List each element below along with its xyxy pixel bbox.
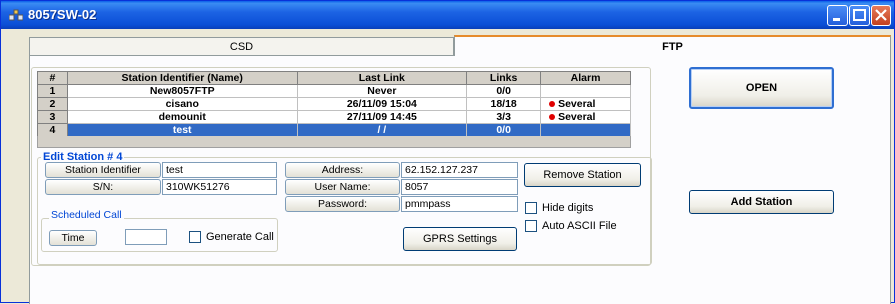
time-field[interactable] [125, 229, 167, 245]
maximize-button[interactable] [849, 5, 870, 26]
last-link: 27/11/09 14:45 [296, 110, 468, 124]
last-link: 26/11/09 15:04 [296, 97, 468, 111]
window-title: 8057SW-02 [28, 7, 97, 22]
alarm-dot-icon [549, 101, 556, 107]
address-label-button[interactable]: Address: [285, 162, 400, 178]
add-station-button[interactable]: Add Station [689, 190, 834, 214]
sn-field[interactable]: 310WK51276 [162, 179, 277, 195]
tab-ftp[interactable]: FTP [454, 35, 891, 56]
alarm-cell [540, 84, 631, 98]
password-label-button[interactable]: Password: [285, 196, 400, 212]
station-name: test [66, 123, 298, 137]
close-icon [875, 9, 887, 21]
col-last-link[interactable]: Last Link [296, 71, 468, 85]
links-count: 0/0 [466, 123, 542, 137]
time-label-button[interactable]: Time [49, 230, 97, 246]
station-name: demounit [66, 110, 298, 124]
alarm-text: Several [558, 98, 596, 110]
station-id-label-button[interactable]: Station Identifier (Name): [45, 162, 161, 190]
alarm-cell [540, 123, 631, 137]
row-index: 3 [37, 110, 68, 124]
username-field[interactable]: 8057 [401, 179, 518, 195]
open-button[interactable]: OPEN [689, 67, 834, 109]
generate-call-label: Generate Call [206, 231, 274, 243]
row-index: 2 [37, 97, 68, 111]
col-station-identifier[interactable]: Station Identifier (Name) [66, 71, 298, 85]
main-window: 8057SW-02 CSD FTP # Station Identifier (… [0, 0, 895, 304]
password-field[interactable]: pmmpass [401, 196, 518, 212]
network-icon [9, 9, 23, 21]
row-index: 1 [37, 84, 68, 98]
table-row[interactable]: 2 cisano 26/11/09 15:04 18/18 Several [37, 97, 631, 111]
table-header-row: # Station Identifier (Name) Last Link Li… [37, 71, 631, 85]
col-links[interactable]: Links [466, 71, 542, 85]
table-row-selected[interactable]: 4 test / / 0/0 [37, 123, 631, 137]
links-count: 18/18 [466, 97, 542, 111]
row-index: 4 [37, 123, 68, 137]
col-alarm[interactable]: Alarm [540, 71, 631, 85]
address-field[interactable]: 62.152.127.237 [401, 162, 518, 178]
station-name: New8057FTP [66, 84, 298, 98]
links-count: 0/0 [466, 84, 542, 98]
auto-ascii-checkbox[interactable] [525, 220, 537, 232]
alarm-dot-icon [549, 114, 556, 120]
alarm-cell: Several [540, 97, 631, 111]
hide-digits-label: Hide digits [542, 202, 594, 214]
last-link: Never [296, 84, 468, 98]
sn-label-button[interactable]: S/N: [45, 179, 161, 195]
stations-table: # Station Identifier (Name) Last Link Li… [37, 71, 631, 137]
tab-csd[interactable]: CSD [29, 37, 454, 56]
scheduled-call-legend: Scheduled Call [49, 209, 124, 221]
hide-digits-checkbox[interactable] [525, 202, 537, 214]
maximize-icon [853, 9, 866, 21]
station-name: cisano [66, 97, 298, 111]
username-label-button[interactable]: User Name: [285, 179, 400, 195]
title-bar[interactable]: 8057SW-02 [1, 1, 894, 29]
tab-strip: CSD FTP [29, 35, 891, 56]
table-row[interactable]: 1 New8057FTP Never 0/0 [37, 84, 631, 98]
col-index[interactable]: # [37, 71, 68, 85]
gprs-settings-button[interactable]: GPRS Settings [403, 227, 517, 251]
last-link: / / [296, 123, 468, 137]
minimize-icon [833, 18, 840, 21]
auto-ascii-label: Auto ASCII File [542, 220, 617, 232]
links-count: 3/3 [466, 110, 542, 124]
table-row[interactable]: 3 demounit 27/11/09 14:45 3/3 Several [37, 110, 631, 124]
minimize-button[interactable] [827, 5, 848, 26]
close-button[interactable] [871, 5, 891, 26]
remove-station-button[interactable]: Remove Station [524, 163, 641, 187]
alarm-text: Several [558, 111, 596, 123]
table-empty-area [37, 136, 631, 148]
generate-call-checkbox[interactable] [189, 231, 201, 243]
station-id-field[interactable]: test [162, 162, 277, 178]
alarm-cell: Several [540, 110, 631, 124]
